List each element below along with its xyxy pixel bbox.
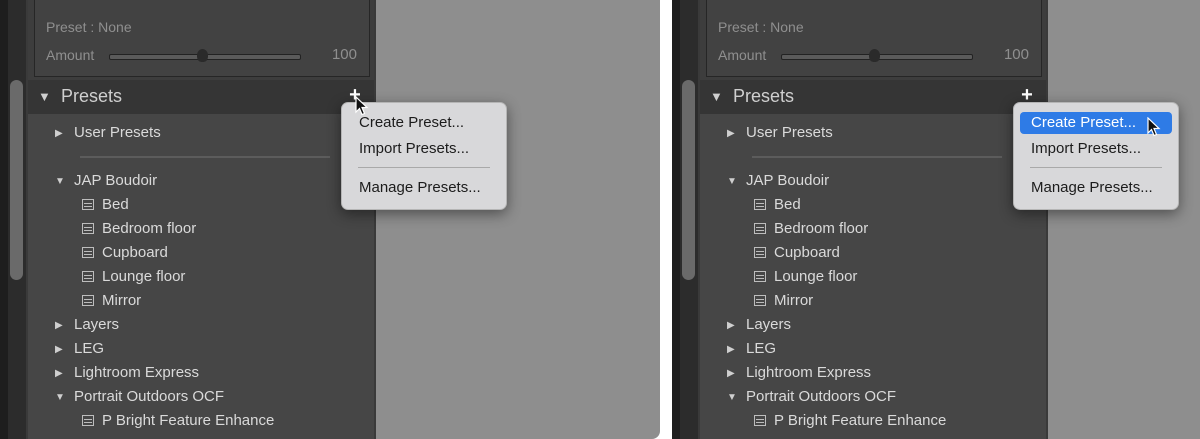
- amount-slider-thumb[interactable]: [869, 49, 880, 62]
- preset-item[interactable]: Bedroom floor: [774, 220, 868, 237]
- preset-list: ▶ User Presets ▼ JAP Boudoir Bed Bedroom…: [28, 114, 374, 439]
- folder-layers[interactable]: Layers: [74, 316, 119, 333]
- preset-list-icon: [82, 223, 94, 234]
- preset-list-icon: [754, 247, 766, 258]
- preset-list-icon: [82, 199, 94, 210]
- folder-jap-boudoir[interactable]: JAP Boudoir: [74, 172, 157, 189]
- amount-slider-thumb[interactable]: [197, 49, 208, 62]
- folder-user-presets[interactable]: User Presets: [74, 124, 161, 141]
- triangle-right-icon[interactable]: ▶: [55, 128, 63, 139]
- presets-header[interactable]: ▼ Presets +: [700, 80, 1046, 114]
- folder-layers[interactable]: Layers: [746, 316, 791, 333]
- preset-item[interactable]: Cupboard: [774, 244, 840, 261]
- preset-item[interactable]: Lounge floor: [774, 268, 857, 285]
- folder-lightroom-express[interactable]: Lightroom Express: [746, 364, 871, 381]
- preset-item[interactable]: Mirror: [774, 292, 813, 309]
- preset-list-icon: [754, 223, 766, 234]
- presets-panel: Preset : None Amount 100 ▼ Presets + ▶ U…: [698, 0, 1048, 439]
- preset-list: ▶ User Presets ▼ JAP Boudoir Bed Bedroom…: [700, 114, 1046, 439]
- triangle-down-icon[interactable]: ▼: [727, 176, 737, 187]
- presets-header[interactable]: ▼ Presets +: [28, 80, 374, 114]
- triangle-down-icon[interactable]: ▼: [727, 392, 737, 403]
- preset-item[interactable]: P Bright Feature Enhance: [774, 412, 946, 429]
- scrollbar-thumb[interactable]: [10, 80, 23, 280]
- scrollbar-track[interactable]: [680, 0, 698, 439]
- preset-item[interactable]: Lounge floor: [102, 268, 185, 285]
- triangle-right-icon[interactable]: ▶: [727, 344, 735, 355]
- window-edge: [672, 0, 680, 439]
- folder-user-presets[interactable]: User Presets: [746, 124, 833, 141]
- preset-list-icon: [754, 415, 766, 426]
- triangle-right-icon[interactable]: ▶: [727, 128, 735, 139]
- folder-portrait-outdoors[interactable]: Portrait Outdoors OCF: [746, 388, 896, 405]
- presets-title: Presets: [61, 86, 123, 106]
- menu-item-import-presets[interactable]: Import Presets...: [348, 138, 500, 160]
- preset-item[interactable]: P Bright Feature Enhance: [102, 412, 274, 429]
- presets-panel: Preset : None Amount 100 ▼ Presets + ▶ U…: [26, 0, 376, 439]
- preset-list-icon: [82, 415, 94, 426]
- menu-item-create-preset[interactable]: Create Preset...: [348, 112, 500, 134]
- triangle-right-icon[interactable]: ▶: [55, 320, 63, 331]
- preset-item[interactable]: Mirror: [102, 292, 141, 309]
- preset-context-menu: Create Preset... Import Presets... Manag…: [341, 102, 507, 210]
- screenshot-after: Preset : None Amount 100 ▼ Presets + ▶ U…: [672, 0, 1200, 439]
- preset-list-icon: [82, 271, 94, 282]
- preset-list-icon: [82, 247, 94, 258]
- menu-item-manage-presets[interactable]: Manage Presets...: [348, 177, 500, 199]
- scrollbar-track[interactable]: [8, 0, 26, 439]
- triangle-right-icon[interactable]: ▶: [55, 368, 63, 379]
- preset-amount-box: Preset : None Amount 100: [706, 0, 1042, 77]
- window-edge: [0, 0, 8, 439]
- amount-value: 100: [331, 46, 357, 63]
- screenshot-before: Preset : None Amount 100 ▼ Presets + ▶ U…: [0, 0, 660, 439]
- preset-item[interactable]: Bed: [102, 196, 129, 213]
- triangle-down-icon[interactable]: ▼: [55, 176, 65, 187]
- triangle-down-icon[interactable]: ▼: [38, 89, 51, 104]
- preset-label: Preset : None: [718, 19, 804, 35]
- amount-label: Amount: [718, 47, 767, 63]
- menu-item-manage-presets[interactable]: Manage Presets...: [1020, 177, 1172, 199]
- preset-list-icon: [754, 295, 766, 306]
- preset-label: Preset : None: [46, 19, 132, 35]
- preset-list-icon: [754, 271, 766, 282]
- preset-list-icon: [82, 295, 94, 306]
- scrollbar-thumb[interactable]: [682, 80, 695, 280]
- triangle-down-icon[interactable]: ▼: [55, 392, 65, 403]
- presets-title: Presets: [733, 86, 795, 106]
- triangle-right-icon[interactable]: ▶: [55, 344, 63, 355]
- menu-separator: [1030, 167, 1162, 168]
- folder-leg[interactable]: LEG: [746, 340, 776, 357]
- preset-item[interactable]: Bed: [774, 196, 801, 213]
- folder-portrait-outdoors[interactable]: Portrait Outdoors OCF: [74, 388, 224, 405]
- folder-jap-boudoir[interactable]: JAP Boudoir: [746, 172, 829, 189]
- preset-item[interactable]: Cupboard: [102, 244, 168, 261]
- preset-item[interactable]: Bedroom floor: [102, 220, 196, 237]
- folder-leg[interactable]: LEG: [74, 340, 104, 357]
- triangle-right-icon[interactable]: ▶: [727, 368, 735, 379]
- divider: [80, 156, 330, 158]
- preset-amount-box: Preset : None Amount 100: [34, 0, 370, 77]
- folder-lightroom-express[interactable]: Lightroom Express: [74, 364, 199, 381]
- preset-list-icon: [754, 199, 766, 210]
- triangle-right-icon[interactable]: ▶: [727, 320, 735, 331]
- arrow-cursor-icon: [355, 96, 369, 116]
- arrow-cursor-icon: [1147, 117, 1161, 137]
- menu-item-import-presets[interactable]: Import Presets...: [1020, 138, 1172, 160]
- amount-value: 100: [1003, 46, 1029, 63]
- menu-separator: [358, 167, 490, 168]
- amount-label: Amount: [46, 47, 95, 63]
- divider: [752, 156, 1002, 158]
- triangle-down-icon[interactable]: ▼: [710, 89, 723, 104]
